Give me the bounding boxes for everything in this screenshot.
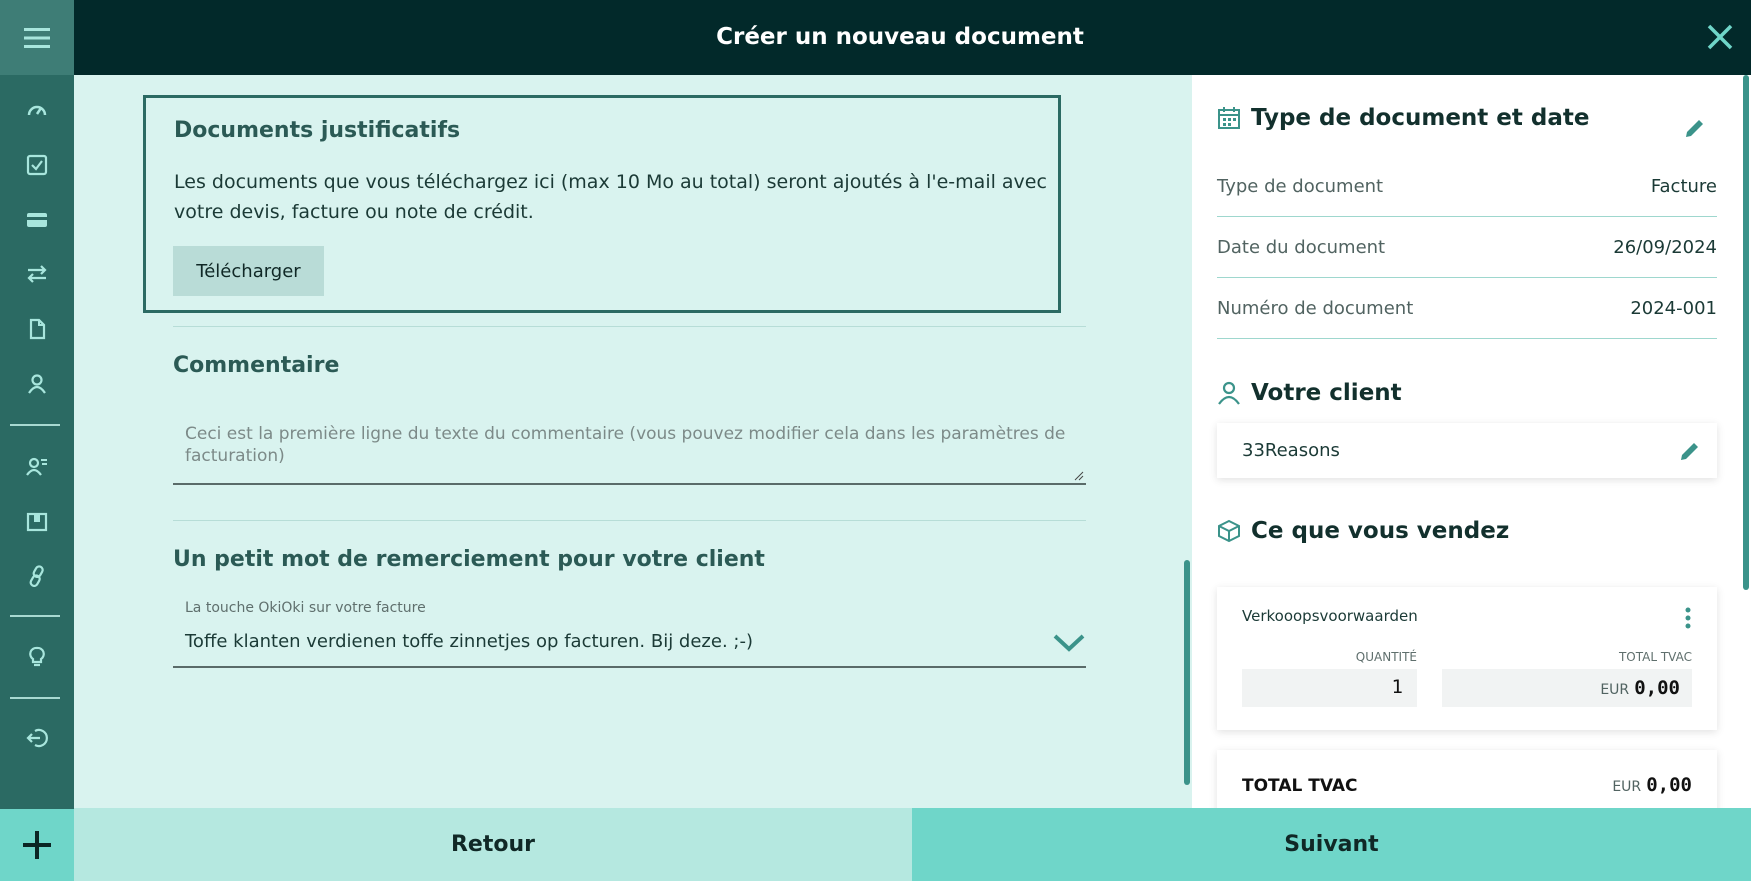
doc-number-label: Numéro de document: [1217, 298, 1414, 319]
transfer-arrows-icon: [27, 265, 47, 283]
close-icon: [1707, 24, 1733, 50]
sidebar-divider: [10, 424, 60, 426]
thank-you-select[interactable]: Toffe klanten verdienen toffe zinnetjes …: [173, 620, 1086, 668]
back-button[interactable]: Retour: [74, 808, 912, 881]
grand-total-card: TOTAL TVAC EUR 0,00: [1217, 750, 1717, 808]
supporting-documents-description: Les documents que vous téléchargez ici (…: [174, 171, 1047, 223]
nav-payments[interactable]: [0, 200, 74, 240]
checkbox-icon: [26, 154, 48, 176]
client-section-title: Votre client: [1251, 380, 1402, 406]
more-options-icon[interactable]: [1685, 607, 1691, 629]
comment-title: Commentaire: [173, 353, 340, 378]
sales-section-title: Ce que vous vendez: [1251, 518, 1510, 544]
nav-contacts[interactable]: [0, 364, 74, 404]
speedometer-icon: [27, 105, 47, 116]
logout-icon: [26, 728, 48, 748]
thank-you-title: Un petit mot de remerciement pour votre …: [173, 547, 765, 572]
doc-type-value: Facture: [1650, 176, 1717, 197]
line-total-amount: 0,00: [1634, 677, 1680, 699]
contact-icon: [28, 374, 46, 394]
products-icon: [26, 512, 48, 532]
grand-total: EUR 0,00: [1612, 774, 1692, 796]
nav-products[interactable]: [0, 501, 74, 541]
thank-you-select-label: La touche OkiOki sur votre facture: [185, 600, 426, 616]
grand-total-amount: 0,00: [1646, 774, 1692, 796]
client-card[interactable]: 33Reasons: [1217, 423, 1717, 478]
document-section-header: Type de document et date: [1217, 105, 1590, 131]
nav-tasks[interactable]: [0, 145, 74, 185]
sidebar-divider: [10, 615, 60, 617]
quantity-value: 1: [1391, 676, 1403, 698]
page-title: Créer un nouveau document: [716, 24, 1084, 50]
nav-clients[interactable]: [0, 446, 74, 486]
nav-transactions[interactable]: [0, 254, 74, 294]
link-icon: [29, 565, 44, 587]
close-button[interactable]: [1705, 22, 1735, 52]
calendar-icon: [1218, 107, 1240, 129]
line-total: EUR 0,00: [1600, 677, 1680, 699]
nav-logout[interactable]: [0, 718, 74, 758]
grand-total-label: TOTAL TVAC: [1242, 776, 1358, 796]
person-icon: [1218, 381, 1240, 405]
document-form: Documents justificatifs Les documents qu…: [74, 75, 1192, 808]
grand-total-currency: EUR: [1612, 779, 1642, 795]
doc-date-label: Date du document: [1217, 237, 1386, 258]
panel-scrollbar[interactable]: [1743, 75, 1749, 590]
doc-date-value: 26/09/2024: [1613, 237, 1717, 258]
doc-number-row: Numéro de document 2024-001: [1217, 278, 1717, 339]
chevron-down-icon: [1053, 634, 1085, 652]
header-bar: Créer un nouveau document: [74, 0, 1751, 75]
user-list-icon: [26, 457, 47, 476]
nav-links[interactable]: [0, 556, 74, 596]
lightbulb-icon: [29, 646, 45, 667]
line-total-currency: EUR: [1600, 682, 1630, 698]
create-button[interactable]: [0, 809, 74, 881]
line-item-card: Verkooopsvoorwaarden QUANTITÉ TOTAL TVAC…: [1217, 587, 1717, 730]
line-total-field[interactable]: EUR 0,00: [1442, 669, 1692, 707]
sales-section-header: Ce que vous vendez: [1217, 518, 1509, 544]
sidebar-divider: [10, 697, 60, 699]
hamburger-icon: [24, 27, 50, 48]
doc-date-row: Date du document 26/09/2024: [1217, 217, 1717, 278]
section-divider: [173, 326, 1086, 327]
doc-type-label: Type de document: [1217, 176, 1384, 197]
credit-card-icon: [27, 213, 47, 227]
doc-number-value: 2024-001: [1630, 298, 1717, 319]
doc-type-row: Type de document Facture: [1217, 156, 1717, 217]
resize-grip-icon[interactable]: [1074, 471, 1084, 481]
sidebar: [0, 0, 74, 881]
quantity-input[interactable]: 1: [1242, 669, 1417, 707]
nav-documents[interactable]: [0, 309, 74, 349]
main-scrollbar[interactable]: [1184, 560, 1190, 785]
line-item-name: Verkooopsvoorwaarden: [1242, 607, 1418, 625]
supporting-documents-title: Documents justificatifs: [174, 118, 461, 143]
summary-panel: Type de document et date Type de documen…: [1192, 75, 1751, 808]
menu-button[interactable]: [0, 0, 74, 75]
client-section-header: Votre client: [1217, 380, 1402, 406]
edit-document-pencil-icon[interactable]: [1683, 116, 1707, 140]
comment-textarea[interactable]: Ceci est la première ligne du texte du c…: [173, 415, 1086, 485]
client-name: 33Reasons: [1242, 440, 1340, 461]
upload-button[interactable]: Télécharger: [173, 246, 324, 296]
document-icon: [29, 318, 46, 340]
nav-dashboard[interactable]: [0, 90, 74, 130]
thank-you-select-value: Toffe klanten verdienen toffe zinnetjes …: [185, 631, 753, 652]
nav-ideas[interactable]: [0, 637, 74, 677]
total-incl-vat-label: TOTAL TVAC: [1618, 650, 1692, 664]
quantity-label: QUANTITÉ: [1355, 650, 1417, 664]
edit-client-pencil-icon[interactable]: [1678, 439, 1702, 463]
document-section-title: Type de document et date: [1251, 105, 1590, 131]
section-divider: [173, 520, 1086, 521]
box-icon: [1218, 519, 1240, 543]
plus-icon: [23, 831, 51, 859]
comment-placeholder: Ceci est la première ligne du texte du c…: [185, 424, 1066, 466]
next-button[interactable]: Suivant: [912, 808, 1751, 881]
